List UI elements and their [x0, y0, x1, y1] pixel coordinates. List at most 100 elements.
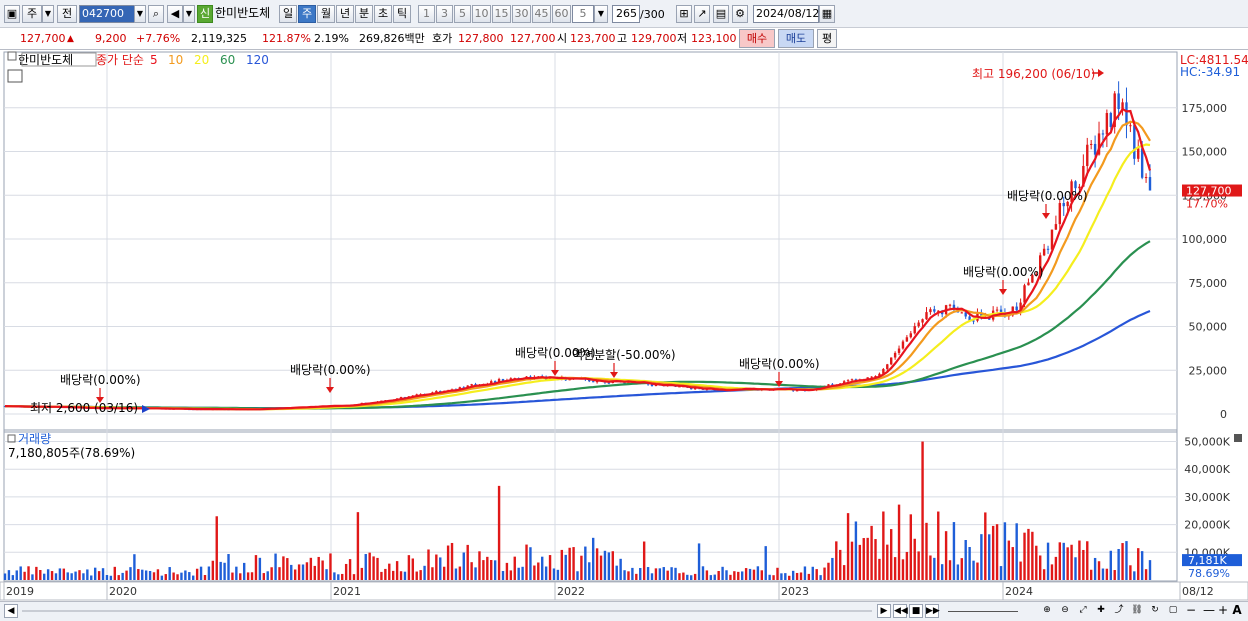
candle-body: [1140, 148, 1144, 178]
interval-button-45[interactable]: 45: [532, 5, 551, 23]
scroll-left-icon[interactable]: ◀: [4, 604, 18, 618]
plus-icon[interactable]: +: [1216, 604, 1230, 618]
interval-button-1[interactable]: 1: [418, 5, 435, 23]
tab-3[interactable]: 년: [336, 5, 354, 23]
volume-bar: [944, 531, 948, 580]
price-change-pct: +7.76%: [136, 32, 181, 45]
tab-0[interactable]: 일: [279, 5, 297, 23]
search-icon[interactable]: ⌕: [148, 5, 164, 23]
tab-2[interactable]: 월: [317, 5, 335, 23]
volume-bar: [474, 567, 477, 580]
interval-dropdown-icon[interactable]: ▼: [594, 5, 608, 23]
volume-bar: [39, 570, 42, 580]
tab-4[interactable]: 분: [355, 5, 373, 23]
scroll-right-icon[interactable]: ▶: [877, 604, 891, 618]
volume-bar: [533, 565, 536, 580]
volume-bar: [93, 567, 97, 580]
volume-bar: [199, 566, 203, 580]
volume-bar: [293, 569, 297, 580]
volume-bar: [403, 571, 407, 580]
price-tick-label: 25,000: [1189, 364, 1228, 377]
volume-panel-close-icon[interactable]: [1234, 434, 1242, 442]
save-icon[interactable]: ▤: [713, 5, 729, 23]
minus-icon[interactable]: −: [1184, 604, 1198, 618]
interval-button-15[interactable]: 15: [492, 5, 511, 23]
volume-bar: [337, 574, 340, 580]
price-tick-label: 175,000: [1182, 102, 1228, 115]
refresh-icon[interactable]: ↻: [1148, 604, 1162, 618]
interval-select[interactable]: 5: [572, 5, 594, 23]
scrollbar-track[interactable]: [22, 610, 872, 612]
crosshair-icon[interactable]: ✚: [1094, 604, 1108, 618]
volume-bar: [580, 555, 583, 580]
x-axis-band: [0, 581, 1248, 601]
candle-body: [964, 312, 967, 317]
sell-button[interactable]: 매도: [778, 29, 814, 48]
tab-6[interactable]: 틱: [393, 5, 411, 23]
x-tick-label: 2023: [781, 585, 809, 598]
zoom-slider[interactable]: [948, 611, 1018, 612]
candle-body: [917, 322, 920, 327]
volume-tick-label: 20,000K: [1184, 519, 1230, 532]
count-input[interactable]: 265: [612, 5, 640, 23]
rewind-icon[interactable]: ◀◀: [893, 604, 908, 618]
volume-bar: [1039, 555, 1042, 580]
stock-code-input[interactable]: 042700: [79, 5, 135, 23]
stop-icon[interactable]: ■: [909, 604, 923, 618]
speaker-dropdown-icon[interactable]: ▼: [183, 5, 195, 23]
window-icon[interactable]: ▢: [1166, 604, 1180, 618]
drawing-tool-icon[interactable]: ↗: [694, 5, 710, 23]
date-input[interactable]: 2024/08/12: [753, 5, 819, 23]
minus-line-icon[interactable]: —: [1202, 604, 1216, 618]
candle-body: [1144, 177, 1148, 179]
interval-button-60[interactable]: 60: [552, 5, 571, 23]
zoom-in-icon[interactable]: ⊕: [1040, 604, 1054, 618]
volume-bar: [411, 558, 415, 580]
volume-bar: [207, 566, 211, 580]
volume-bar: [631, 567, 634, 580]
interval-button-30[interactable]: 30: [512, 5, 531, 23]
stock-chart-svg[interactable]: 175,000150,000125,000100,00075,00050,000…: [0, 50, 1248, 602]
trend-icon[interactable]: ⤴: [1112, 604, 1126, 618]
volume-bar: [344, 563, 348, 580]
annotation-label-8: 배당락(0.00%): [1007, 189, 1088, 203]
period-type-dropdown-icon[interactable]: ▼: [42, 5, 54, 23]
eval-button[interactable]: 평: [817, 29, 837, 48]
stock-code-dropdown-icon[interactable]: ▼: [134, 5, 146, 23]
chart-area[interactable]: 175,000150,000125,000100,00075,00050,000…: [0, 50, 1248, 602]
tab-1[interactable]: 주: [298, 5, 316, 23]
buy-button[interactable]: 매수: [739, 29, 775, 48]
tab-5[interactable]: 초: [374, 5, 392, 23]
calendar-icon[interactable]: ▦: [819, 5, 835, 23]
volume-bar: [525, 544, 528, 580]
window-menu-icon[interactable]: ▣: [4, 5, 20, 23]
volume-bar: [693, 573, 697, 580]
auto-scale-button[interactable]: A: [1230, 604, 1244, 618]
interval-button-3[interactable]: 3: [436, 5, 453, 23]
link-icon[interactable]: ⛓: [1130, 604, 1144, 618]
volume-bar: [701, 566, 705, 580]
zoom-out-icon[interactable]: ⊖: [1058, 604, 1072, 618]
period-type-select[interactable]: 주: [22, 5, 42, 23]
volume-bar: [152, 572, 156, 580]
volume-bar: [62, 568, 66, 580]
fast-forward-icon[interactable]: ▶▶: [925, 604, 940, 618]
fit-icon[interactable]: ⤢: [1076, 604, 1090, 618]
candle-body: [913, 326, 916, 334]
volume-bar: [1070, 544, 1073, 580]
interval-button-5[interactable]: 5: [454, 5, 471, 23]
speaker-icon[interactable]: ◀: [167, 5, 183, 23]
volume-bar: [70, 573, 73, 580]
volume-bar: [893, 557, 897, 580]
prev-button[interactable]: 전: [57, 5, 77, 23]
gear-icon[interactable]: ⚙: [732, 5, 748, 23]
volume-bar: [878, 558, 881, 580]
volume-bar: [591, 537, 595, 580]
candle-type-icon[interactable]: ⊞: [676, 5, 692, 23]
interval-button-10[interactable]: 10: [472, 5, 491, 23]
volume-bar: [90, 575, 93, 580]
volume-bar: [270, 567, 273, 580]
calculator-icon[interactable]: [7, 69, 23, 83]
volume-bar: [764, 546, 767, 580]
volume-ratio: 121.87%: [262, 32, 311, 45]
